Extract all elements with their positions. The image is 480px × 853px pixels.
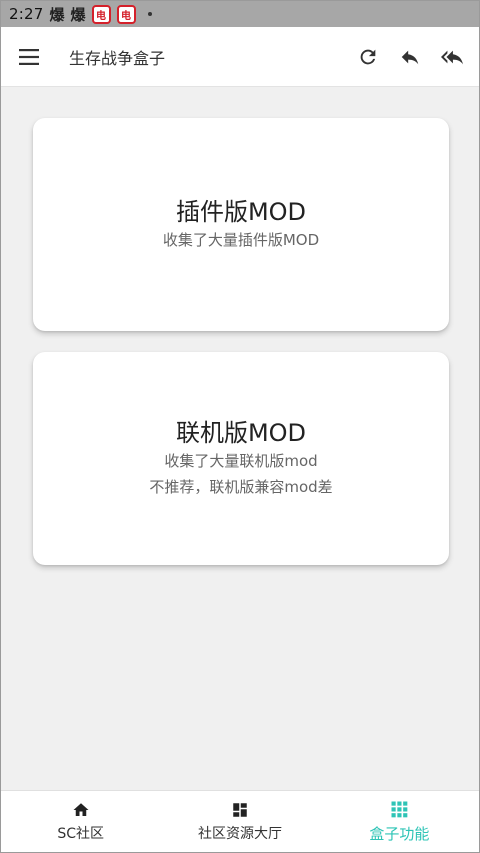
nav-item-sc-community[interactable]: SC社区: [1, 791, 160, 852]
nav-label: SC社区: [57, 825, 104, 842]
menu-icon: [19, 48, 39, 65]
app-bar: 生存战争盒子: [1, 27, 479, 87]
nav-label: 盒子功能: [369, 825, 430, 843]
nav-item-resource-hall[interactable]: 社区资源大厅: [160, 791, 319, 852]
home-icon: [73, 802, 89, 816]
dashboard-icon: [233, 802, 247, 817]
refresh-button[interactable]: [347, 36, 389, 78]
status-bar: 2:27 爆 爆 电 电: [1, 1, 479, 27]
card-description: 不推荐，联机版兼容mod差: [149, 477, 333, 496]
app-actions: [347, 36, 473, 78]
notification-icon: 爆: [49, 5, 65, 24]
nav-label: 社区资源大厅: [197, 825, 282, 842]
plugin-mod-card[interactable]: 插件版MOD 收集了大量插件版MOD: [33, 118, 449, 331]
nav-item-box-features[interactable]: 盒子功能: [320, 791, 479, 852]
status-time: 2:27: [9, 5, 44, 23]
online-mod-card[interactable]: 联机版MOD 收集了大量联机版mod 不推荐，联机版兼容mod差: [33, 352, 449, 565]
notification-badge-icon: 电: [91, 4, 111, 24]
reply-icon: [401, 50, 419, 64]
more-notifications-dot-icon: [147, 12, 152, 16]
menu-button[interactable]: [1, 27, 59, 87]
card-title: 联机版MOD: [175, 418, 307, 447]
main-content: 插件版MOD 收集了大量插件版MOD 联机版MOD 收集了大量联机版mod 不推…: [1, 87, 479, 792]
bottom-navigation: SC社区 社区资源大厅 盒子功能: [1, 790, 479, 852]
card-description: 收集了大量联机版mod: [164, 451, 318, 470]
app-title: 生存战争盒子: [69, 48, 166, 68]
card-description: 收集了大量插件版MOD: [162, 230, 320, 249]
refresh-icon: [360, 49, 376, 64]
notification-icon: 爆: [70, 5, 86, 24]
notification-badge-icon: 电: [116, 4, 136, 24]
home-back-button[interactable]: [431, 36, 473, 78]
reply-all-icon: [441, 50, 463, 64]
grid-icon: [391, 801, 408, 818]
back-button[interactable]: [389, 36, 431, 78]
card-title: 插件版MOD: [175, 197, 307, 226]
